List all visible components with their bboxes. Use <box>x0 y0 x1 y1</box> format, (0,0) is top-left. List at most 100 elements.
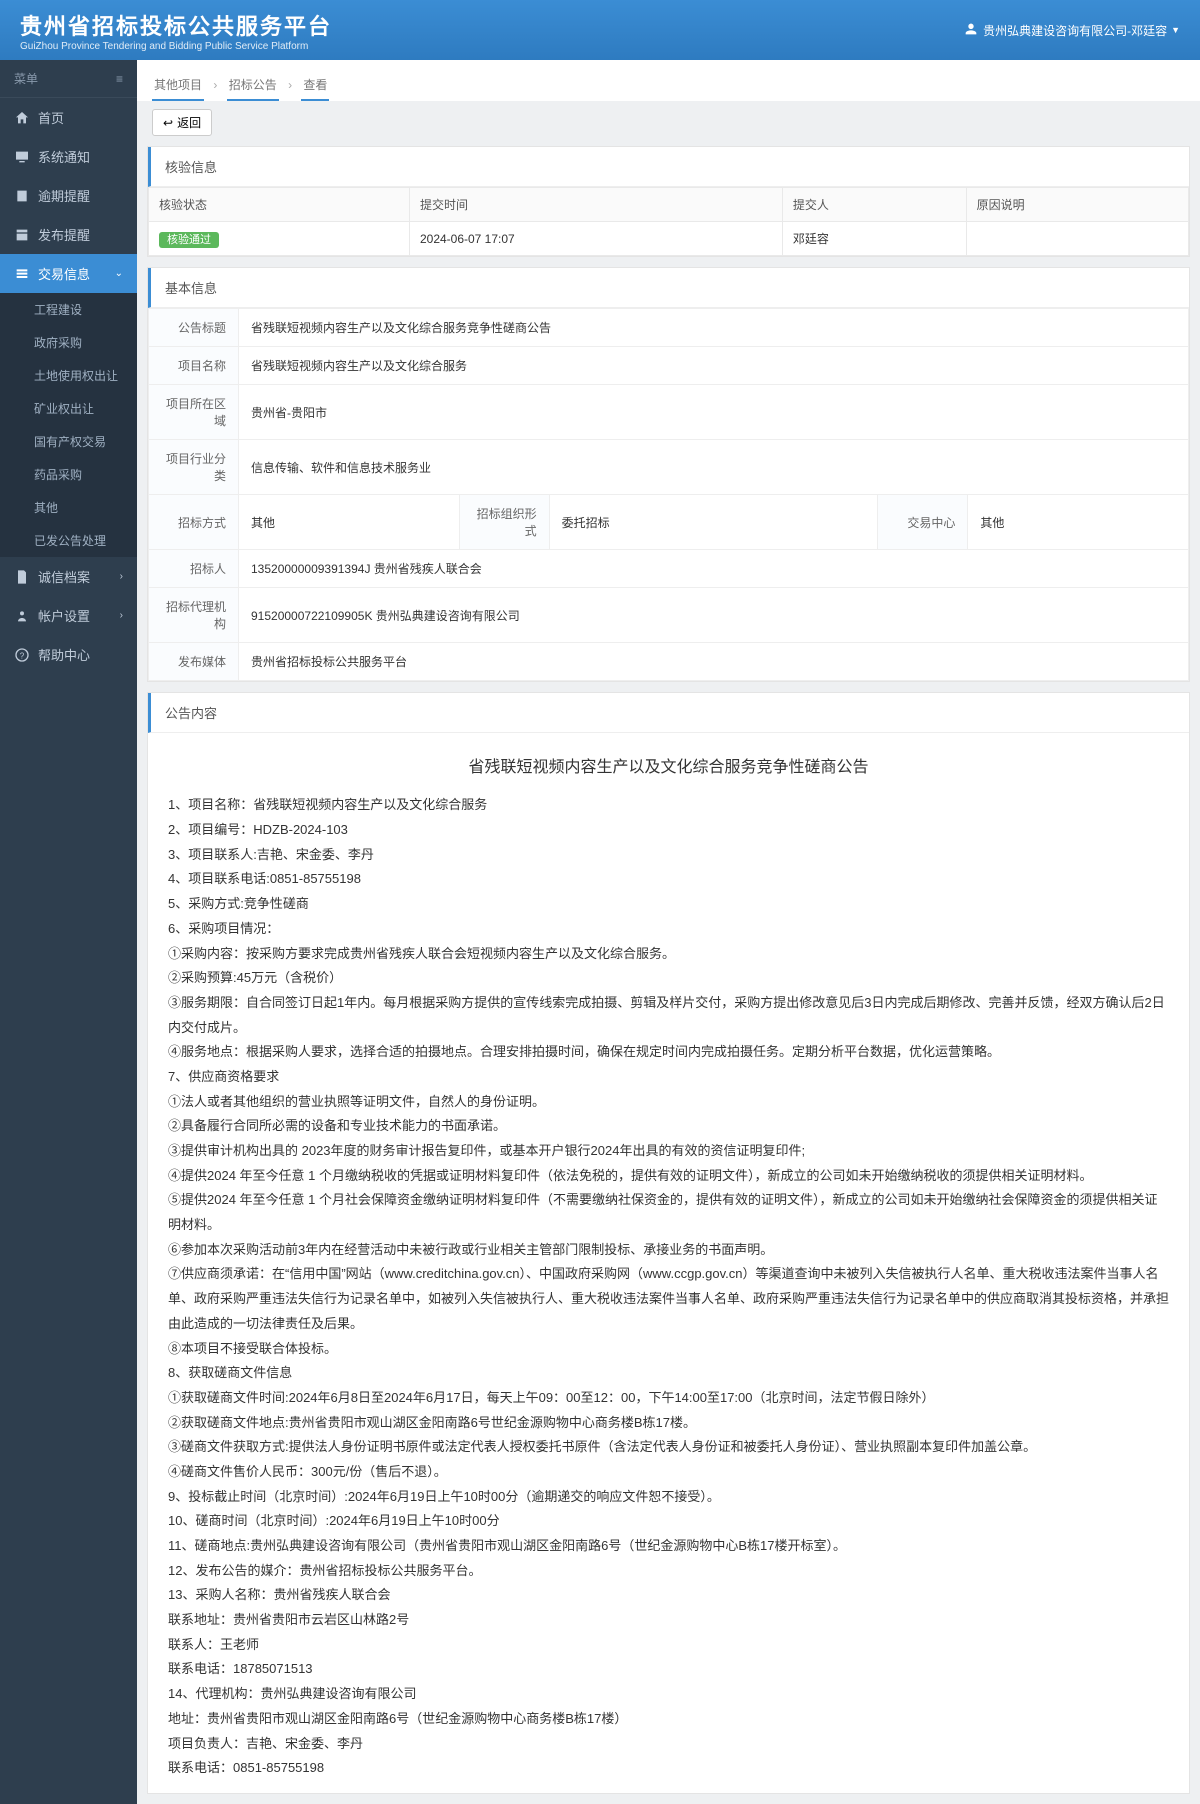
main-content: 其他项目 › 招标公告 › 查看 ↩ 返回 核验信息 核验状态 提交时间 提交人… <box>137 60 1200 1804</box>
sidebar-item-account[interactable]: 帐户设置 › <box>0 596 137 635</box>
notice-main-title: 省残联短视频内容生产以及文化综合服务竞争性磋商公告 <box>168 753 1169 783</box>
cell-submit-time: 2024-06-07 17:07 <box>409 222 782 256</box>
home-icon <box>14 110 30 126</box>
menu-collapse-icon[interactable]: ≡ <box>116 72 123 86</box>
sidebar-item-home[interactable]: 首页 <box>0 98 137 137</box>
notice-line: 2、项目编号：HDZB-2024-103 <box>168 818 1169 843</box>
sidebar-item-overdue-remind[interactable]: 逾期提醒 <box>0 176 137 215</box>
notice-line: ②获取磋商文件地点:贵州省贵阳市观山湖区金阳南路6号世纪金源购物中心商务楼B栋1… <box>168 1411 1169 1436</box>
notice-line: ②采购预算:45万元（含税价） <box>168 966 1169 991</box>
sidebar-item-help[interactable]: ? 帮助中心 <box>0 635 137 674</box>
list-icon <box>14 266 30 282</box>
th-submit-time: 提交时间 <box>409 188 782 222</box>
notice-line: 联系电话：0851-85755198 <box>168 1756 1169 1781</box>
verify-table: 核验状态 提交时间 提交人 原因说明 核验通过 2024-06-07 17:07… <box>148 187 1189 256</box>
panel-content: 公告内容 省残联短视频内容生产以及文化综合服务竞争性磋商公告 1、项目名称：省残… <box>147 692 1190 1794</box>
notice-line: 14、代理机构：贵州弘典建设咨询有限公司 <box>168 1682 1169 1707</box>
crumb-other-project[interactable]: 其他项目 <box>152 70 204 101</box>
val-owner: 13520000009391394J 贵州省残疾人联合会 <box>239 550 1189 588</box>
sidebar-item-publish-remind[interactable]: 发布提醒 <box>0 215 137 254</box>
notice-line: ⑥参加本次采购活动前3年内在经营活动中未被行政或行业相关主管部门限制投标、承接业… <box>168 1238 1169 1263</box>
val-center: 其他 <box>968 495 1189 550</box>
chevron-right-icon: › <box>120 571 123 582</box>
sidebar-submenu-trade: 工程建设 政府采购 土地使用权出让 矿业权出让 国有产权交易 药品采购 其他 已… <box>0 293 137 557</box>
notice-line: 4、项目联系电话:0851-85755198 <box>168 867 1169 892</box>
notice-line: 7、供应商资格要求 <box>168 1065 1169 1090</box>
notice-lines: 1、项目名称：省残联短视频内容生产以及文化综合服务2、项目编号：HDZB-202… <box>168 793 1169 1781</box>
panel-verify-title: 核验信息 <box>148 147 1189 187</box>
th-reason: 原因说明 <box>966 188 1188 222</box>
sub-medicine[interactable]: 药品采购 <box>0 458 137 491</box>
notice-line: ④服务地点：根据采购人要求，选择合适的拍摄地点。合理安排拍摄时间，确保在规定时间… <box>168 1040 1169 1065</box>
panel-basic: 基本信息 公告标题省残联短视频内容生产以及文化综合服务竞争性磋商公告 项目名称省… <box>147 267 1190 682</box>
notice-line: ①采购内容：按采购方要求完成贵州省残疾人联合会短视频内容生产以及文化综合服务。 <box>168 942 1169 967</box>
notice-line: ⑤提供2024 年至今任意 1 个月社会保障资金缴纳证明材料复印件（不需要缴纳社… <box>168 1188 1169 1237</box>
publish-icon <box>14 227 30 243</box>
notice-line: ③提供审计机构出具的 2023年度的财务审计报告复印件，或基本开户银行2024年… <box>168 1139 1169 1164</box>
crumb-bid-notice[interactable]: 招标公告 <box>227 70 279 101</box>
file-icon <box>14 569 30 585</box>
cell-submitter: 邓廷容 <box>782 222 966 256</box>
user-icon <box>963 21 979 40</box>
notice-line: ④磋商文件售价人民币：300元/份（售后不退）。 <box>168 1460 1169 1485</box>
menu-heading: 菜单 ≡ <box>0 60 137 98</box>
chevron-down-icon: ⌄ <box>115 268 123 279</box>
sub-land-use[interactable]: 土地使用权出让 <box>0 359 137 392</box>
user-menu[interactable]: 贵州弘典建设咨询有限公司-邓廷容 ▼ <box>963 21 1180 40</box>
sub-other[interactable]: 其他 <box>0 491 137 524</box>
notice-line: ②具备履行合同所必需的设备和专业技术能力的书面承诺。 <box>168 1114 1169 1139</box>
panel-basic-title: 基本信息 <box>148 268 1189 308</box>
notice-line: 联系电话：18785071513 <box>168 1657 1169 1682</box>
sidebar-item-credit-file[interactable]: 诚信档案 › <box>0 557 137 596</box>
verify-row: 核验通过 2024-06-07 17:07 邓廷容 <box>149 222 1189 256</box>
notice-line: ①获取磋商文件时间:2024年6月8日至2024年6月17日，每天上午09：00… <box>168 1386 1169 1411</box>
caret-down-icon: ▼ <box>1171 25 1180 35</box>
notice-line: 3、项目联系人:吉艳、宋金委、李丹 <box>168 843 1169 868</box>
val-notice-title: 省残联短视频内容生产以及文化综合服务竞争性磋商公告 <box>239 309 1189 347</box>
breadcrumb: 其他项目 › 招标公告 › 查看 <box>137 60 1200 101</box>
val-industry: 信息传输、软件和信息技术服务业 <box>239 440 1189 495</box>
sub-mining[interactable]: 矿业权出让 <box>0 392 137 425</box>
notice-line: ①法人或者其他组织的营业执照等证明文件，自然人的身份证明。 <box>168 1090 1169 1115</box>
notice-line: 1、项目名称：省残联短视频内容生产以及文化综合服务 <box>168 793 1169 818</box>
crumb-view[interactable]: 查看 <box>301 70 329 101</box>
val-org: 委托招标 <box>549 495 878 550</box>
notice-line: ③服务期限：自合同签订日起1年内。每月根据采购方提供的宣传线索完成拍摄、剪辑及样… <box>168 991 1169 1040</box>
status-badge: 核验通过 <box>159 232 219 248</box>
sidebar-item-trade-info[interactable]: 交易信息 ⌄ <box>0 254 137 293</box>
back-arrow-icon: ↩ <box>163 116 173 130</box>
settings-icon <box>14 608 30 624</box>
notice-line: 联系人：王老师 <box>168 1633 1169 1658</box>
notice-line: ③磋商文件获取方式:提供法人身份证明书原件或法定代表人授权委托书原件（含法定代表… <box>168 1435 1169 1460</box>
user-name: 贵州弘典建设咨询有限公司-邓廷容 <box>983 22 1167 39</box>
notice-line: 6、采购项目情况： <box>168 917 1169 942</box>
sub-gov-purchase[interactable]: 政府采购 <box>0 326 137 359</box>
th-status: 核验状态 <box>149 188 410 222</box>
app-subtitle: GuiZhou Province Tendering and Bidding P… <box>20 41 332 52</box>
notice-line: ④提供2024 年至今任意 1 个月缴纳税收的凭据或证明材料复印件（依法免税的，… <box>168 1164 1169 1189</box>
calendar-icon <box>14 188 30 204</box>
notice-line: 13、采购人名称：贵州省残疾人联合会 <box>168 1583 1169 1608</box>
app-title: 贵州省招标投标公共服务平台 <box>20 9 332 41</box>
notice-line: 11、磋商地点:贵州弘典建设咨询有限公司（贵州省贵阳市观山湖区金阳南路6号（世纪… <box>168 1534 1169 1559</box>
app-header: 贵州省招标投标公共服务平台 GuiZhou Province Tendering… <box>0 0 1200 60</box>
notice-line: 10、磋商时间（北京时间）:2024年6月19日上午10时00分 <box>168 1509 1169 1534</box>
notice-line: ⑦供应商须承诺：在“信用中国”网站（www.creditchina.gov.cn… <box>168 1262 1169 1336</box>
sub-published[interactable]: 已发公告处理 <box>0 524 137 557</box>
svg-text:?: ? <box>20 651 25 660</box>
sidebar: 菜单 ≡ 首页 系统通知 逾期提醒 发布提醒 交易信息 ⌄ 工程建设 政府采购 … <box>0 60 137 1804</box>
notice-line: 5、采购方式:竞争性磋商 <box>168 892 1169 917</box>
notice-line: 9、投标截止时间（北京时间）:2024年6月19日上午10时00分（逾期递交的响… <box>168 1485 1169 1510</box>
basic-info-table: 公告标题省残联短视频内容生产以及文化综合服务竞争性磋商公告 项目名称省残联短视频… <box>148 308 1189 681</box>
notice-line: 联系地址：贵州省贵阳市云岩区山林路2号 <box>168 1608 1169 1633</box>
back-button[interactable]: ↩ 返回 <box>152 109 212 136</box>
notice-line: 地址：贵州省贵阳市观山湖区金阳南路6号（世纪金源购物中心商务楼B栋17楼） <box>168 1707 1169 1732</box>
panel-content-title: 公告内容 <box>148 693 1189 733</box>
sidebar-item-system-notice[interactable]: 系统通知 <box>0 137 137 176</box>
chevron-right-icon: › <box>120 610 123 621</box>
sub-engineering[interactable]: 工程建设 <box>0 293 137 326</box>
notice-line: 项目负责人：吉艳、宋金委、李丹 <box>168 1732 1169 1757</box>
monitor-icon <box>14 149 30 165</box>
sub-state-asset[interactable]: 国有产权交易 <box>0 425 137 458</box>
val-agent: 91520000722109905K 贵州弘典建设咨询有限公司 <box>239 588 1189 643</box>
